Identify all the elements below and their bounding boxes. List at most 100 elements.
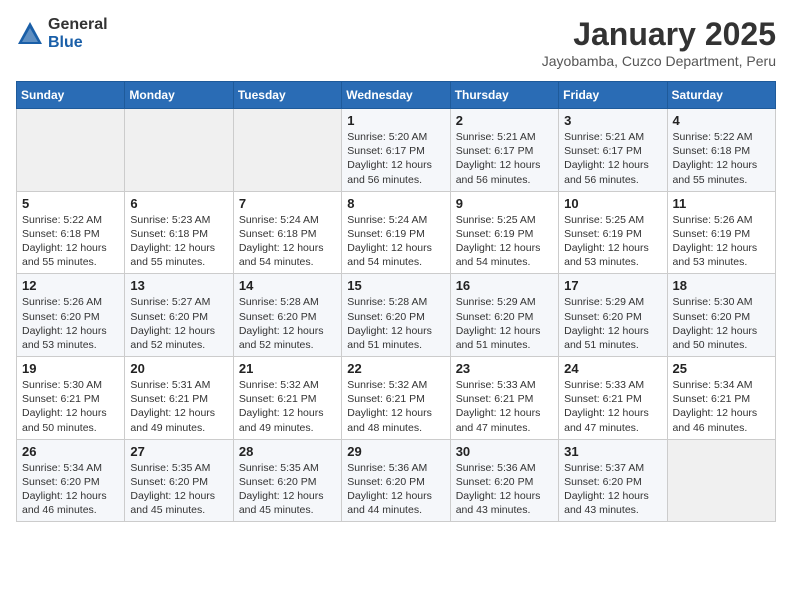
- calendar-cell: 8 Sunrise: 5:24 AM Sunset: 6:19 PM Daylig…: [342, 191, 450, 274]
- day-number: 5: [22, 196, 119, 211]
- day-number: 1: [347, 113, 444, 128]
- title-area: January 2025 Jayobamba, Cuzco Department…: [542, 16, 776, 69]
- day-info: Sunrise: 5:20 AM Sunset: 6:17 PM Dayligh…: [347, 130, 444, 187]
- day-info: Sunrise: 5:32 AM Sunset: 6:21 PM Dayligh…: [239, 378, 336, 435]
- day-number: 31: [564, 444, 661, 459]
- calendar-cell: [233, 109, 341, 192]
- day-number: 10: [564, 196, 661, 211]
- day-info: Sunrise: 5:37 AM Sunset: 6:20 PM Dayligh…: [564, 461, 661, 518]
- day-info: Sunrise: 5:24 AM Sunset: 6:18 PM Dayligh…: [239, 213, 336, 270]
- calendar-cell: 24Sunrise: 5:33 AM Sunset: 6:21 PM Dayli…: [559, 357, 667, 440]
- calendar-cell: 28 Sunrise: 5:35 AM Sunset: 6:20 PM Dayli…: [233, 439, 341, 522]
- weekday-header-sunday: Sunday: [17, 82, 125, 109]
- day-number: 20: [130, 361, 227, 376]
- day-number: 25: [673, 361, 770, 376]
- day-number: 6: [130, 196, 227, 211]
- day-number: 8: [347, 196, 444, 211]
- calendar-cell: 16Sunrise: 5:29 AM Sunset: 6:20 PM Dayli…: [450, 274, 558, 357]
- day-info: Sunrise: 5:25 AM Sunset: 6:19 PM Dayligh…: [564, 213, 661, 270]
- day-info: Sunrise: 5:23 AM Sunset: 6:18 PM Dayligh…: [130, 213, 227, 270]
- logo-text: General Blue: [48, 16, 108, 51]
- day-info: Sunrise: 5:21 AM Sunset: 6:17 PM Dayligh…: [456, 130, 553, 187]
- calendar-cell: 13Sunrise: 5:27 AM Sunset: 6:20 PM Dayli…: [125, 274, 233, 357]
- day-info: Sunrise: 5:28 AM Sunset: 6:20 PM Dayligh…: [347, 295, 444, 352]
- calendar-cell: 9 Sunrise: 5:25 AM Sunset: 6:19 PM Daylig…: [450, 191, 558, 274]
- calendar-cell: 2 Sunrise: 5:21 AM Sunset: 6:17 PM Daylig…: [450, 109, 558, 192]
- calendar-table: SundayMondayTuesdayWednesdayThursdayFrid…: [16, 81, 776, 522]
- calendar-cell: 11 Sunrise: 5:26 AM Sunset: 6:19 PM Dayli…: [667, 191, 775, 274]
- calendar-cell: 12 Sunrise: 5:26 AM Sunset: 6:20 PM Dayli…: [17, 274, 125, 357]
- day-number: 26: [22, 444, 119, 459]
- day-info: Sunrise: 5:22 AM Sunset: 6:18 PM Dayligh…: [673, 130, 770, 187]
- day-info: Sunrise: 5:25 AM Sunset: 6:19 PM Dayligh…: [456, 213, 553, 270]
- calendar-cell: [17, 109, 125, 192]
- day-info: Sunrise: 5:35 AM Sunset: 6:20 PM Dayligh…: [239, 461, 336, 518]
- logo: General Blue: [16, 16, 108, 51]
- calendar-cell: 30Sunrise: 5:36 AM Sunset: 6:20 PM Dayli…: [450, 439, 558, 522]
- calendar-week-row: 12 Sunrise: 5:26 AM Sunset: 6:20 PM Dayli…: [17, 274, 776, 357]
- calendar-cell: 19 Sunrise: 5:30 AM Sunset: 6:21 PM Dayli…: [17, 357, 125, 440]
- calendar-cell: 27Sunrise: 5:35 AM Sunset: 6:20 PM Dayli…: [125, 439, 233, 522]
- day-number: 11: [673, 196, 770, 211]
- day-info: Sunrise: 5:28 AM Sunset: 6:20 PM Dayligh…: [239, 295, 336, 352]
- day-info: Sunrise: 5:26 AM Sunset: 6:20 PM Dayligh…: [22, 295, 119, 352]
- day-number: 2: [456, 113, 553, 128]
- day-number: 15: [347, 278, 444, 293]
- page-header: General Blue January 2025 Jayobamba, Cuz…: [16, 16, 776, 69]
- day-info: Sunrise: 5:33 AM Sunset: 6:21 PM Dayligh…: [456, 378, 553, 435]
- day-info: Sunrise: 5:30 AM Sunset: 6:21 PM Dayligh…: [22, 378, 119, 435]
- logo-blue-text: Blue: [48, 34, 108, 52]
- calendar-cell: 10 Sunrise: 5:25 AM Sunset: 6:19 PM Dayli…: [559, 191, 667, 274]
- calendar-cell: 3Sunrise: 5:21 AM Sunset: 6:17 PM Daylig…: [559, 109, 667, 192]
- calendar-cell: [125, 109, 233, 192]
- day-info: Sunrise: 5:35 AM Sunset: 6:20 PM Dayligh…: [130, 461, 227, 518]
- calendar-cell: 23 Sunrise: 5:33 AM Sunset: 6:21 PM Dayli…: [450, 357, 558, 440]
- logo-general-text: General: [48, 16, 108, 34]
- day-info: Sunrise: 5:36 AM Sunset: 6:20 PM Dayligh…: [456, 461, 553, 518]
- calendar-cell: 29 Sunrise: 5:36 AM Sunset: 6:20 PM Dayli…: [342, 439, 450, 522]
- day-info: Sunrise: 5:21 AM Sunset: 6:17 PM Dayligh…: [564, 130, 661, 187]
- calendar-week-row: 19 Sunrise: 5:30 AM Sunset: 6:21 PM Dayli…: [17, 357, 776, 440]
- day-info: Sunrise: 5:36 AM Sunset: 6:20 PM Dayligh…: [347, 461, 444, 518]
- day-number: 14: [239, 278, 336, 293]
- logo-icon: [16, 20, 44, 48]
- calendar-cell: [667, 439, 775, 522]
- day-info: Sunrise: 5:31 AM Sunset: 6:21 PM Dayligh…: [130, 378, 227, 435]
- day-number: 29: [347, 444, 444, 459]
- day-number: 9: [456, 196, 553, 211]
- day-info: Sunrise: 5:22 AM Sunset: 6:18 PM Dayligh…: [22, 213, 119, 270]
- day-number: 24: [564, 361, 661, 376]
- calendar-cell: 15 Sunrise: 5:28 AM Sunset: 6:20 PM Dayli…: [342, 274, 450, 357]
- calendar-cell: 17Sunrise: 5:29 AM Sunset: 6:20 PM Dayli…: [559, 274, 667, 357]
- day-number: 4: [673, 113, 770, 128]
- calendar-cell: 18Sunrise: 5:30 AM Sunset: 6:20 PM Dayli…: [667, 274, 775, 357]
- day-number: 12: [22, 278, 119, 293]
- calendar-cell: 7Sunrise: 5:24 AM Sunset: 6:18 PM Daylig…: [233, 191, 341, 274]
- calendar-cell: 1 Sunrise: 5:20 AM Sunset: 6:17 PM Daylig…: [342, 109, 450, 192]
- day-info: Sunrise: 5:34 AM Sunset: 6:21 PM Dayligh…: [673, 378, 770, 435]
- weekday-header-friday: Friday: [559, 82, 667, 109]
- month-title: January 2025: [542, 16, 776, 53]
- calendar-cell: 5 Sunrise: 5:22 AM Sunset: 6:18 PM Daylig…: [17, 191, 125, 274]
- day-info: Sunrise: 5:34 AM Sunset: 6:20 PM Dayligh…: [22, 461, 119, 518]
- day-number: 28: [239, 444, 336, 459]
- day-info: Sunrise: 5:32 AM Sunset: 6:21 PM Dayligh…: [347, 378, 444, 435]
- calendar-cell: 4 Sunrise: 5:22 AM Sunset: 6:18 PM Daylig…: [667, 109, 775, 192]
- day-info: Sunrise: 5:29 AM Sunset: 6:20 PM Dayligh…: [456, 295, 553, 352]
- day-number: 18: [673, 278, 770, 293]
- calendar-cell: 14 Sunrise: 5:28 AM Sunset: 6:20 PM Dayli…: [233, 274, 341, 357]
- day-info: Sunrise: 5:29 AM Sunset: 6:20 PM Dayligh…: [564, 295, 661, 352]
- day-info: Sunrise: 5:26 AM Sunset: 6:19 PM Dayligh…: [673, 213, 770, 270]
- calendar-cell: 20 Sunrise: 5:31 AM Sunset: 6:21 PM Dayli…: [125, 357, 233, 440]
- day-number: 13: [130, 278, 227, 293]
- day-number: 23: [456, 361, 553, 376]
- location: Jayobamba, Cuzco Department, Peru: [542, 53, 776, 69]
- day-number: 19: [22, 361, 119, 376]
- weekday-header-row: SundayMondayTuesdayWednesdayThursdayFrid…: [17, 82, 776, 109]
- calendar-week-row: 26 Sunrise: 5:34 AM Sunset: 6:20 PM Dayli…: [17, 439, 776, 522]
- calendar-cell: 26 Sunrise: 5:34 AM Sunset: 6:20 PM Dayli…: [17, 439, 125, 522]
- day-info: Sunrise: 5:24 AM Sunset: 6:19 PM Dayligh…: [347, 213, 444, 270]
- weekday-header-wednesday: Wednesday: [342, 82, 450, 109]
- calendar-cell: 31 Sunrise: 5:37 AM Sunset: 6:20 PM Dayli…: [559, 439, 667, 522]
- weekday-header-saturday: Saturday: [667, 82, 775, 109]
